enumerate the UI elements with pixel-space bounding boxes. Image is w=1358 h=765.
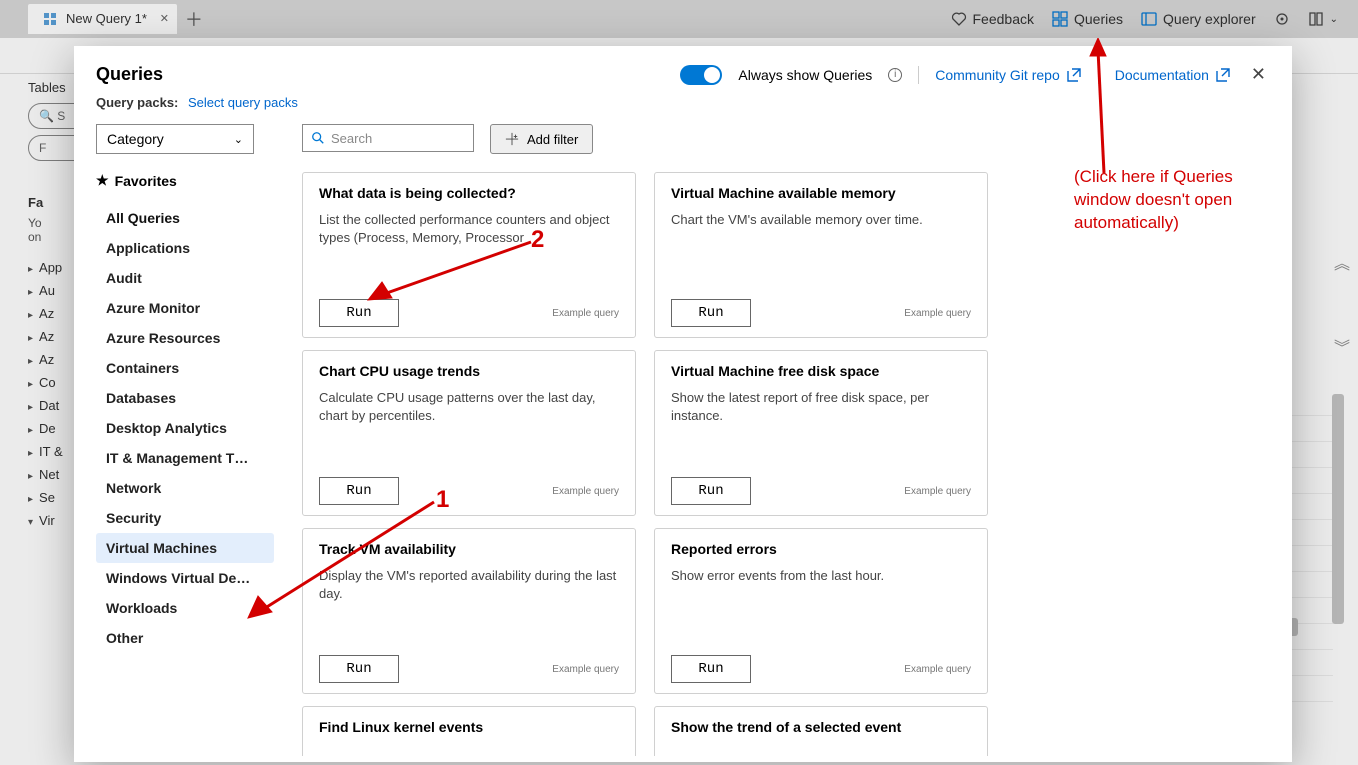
query-card-footer: Run Example query [671,655,971,683]
category-workloads[interactable]: Workloads [96,593,274,623]
category-containers[interactable]: Containers [96,353,274,383]
category-list: All QueriesApplicationsAuditAzure Monito… [96,203,274,653]
select-query-packs-link[interactable]: Select query packs [188,95,298,110]
run-button[interactable]: Run [671,477,751,505]
category-all-queries[interactable]: All Queries [96,203,274,233]
category-audit[interactable]: Audit [96,263,274,293]
query-card-desc: Show the latest report of free disk spac… [671,389,971,424]
category-windows-virtual-de[interactable]: Windows Virtual De… [96,563,274,593]
example-query-label: Example query [552,308,619,319]
query-cards-grid: What data is being collected? List the co… [302,172,1270,756]
always-show-label: Always show Queries [738,67,872,83]
query-card-desc: List the collected performance counters … [319,211,619,246]
query-card: Chart CPU usage trends Calculate CPU usag… [302,350,636,516]
query-card-footer: Run Example query [319,477,619,505]
category-desktop-analytics[interactable]: Desktop Analytics [96,413,274,443]
query-card-footer: Run Example query [319,655,619,683]
separator [918,66,919,84]
category-network[interactable]: Network [96,473,274,503]
category-it-management-t[interactable]: IT & Management T… [96,443,274,473]
always-show-toggle[interactable] [680,65,722,85]
external-link-icon [1066,67,1082,83]
run-button[interactable]: Run [319,477,399,505]
community-repo-link[interactable]: Community Git repo [935,67,1081,83]
modal-overlay: Queries Always show Queries i Community … [0,0,1358,765]
query-card-desc: Chart the VM's available memory over tim… [671,211,971,229]
search-placeholder: Search [331,131,372,146]
example-query-label: Example query [552,664,619,675]
query-card-footer: Run Example query [319,299,619,327]
query-card-title: Find Linux kernel events [319,719,619,735]
query-card-title: Virtual Machine available memory [671,185,971,201]
modal-left-pane: Category ⌄ ★ Favorites All QueriesApplic… [96,124,274,756]
modal-title: Queries [96,64,163,85]
filter-plus-icon [505,132,519,146]
query-card: Track VM availability Display the VM's re… [302,528,636,694]
query-card-desc: Calculate CPU usage patterns over the la… [319,389,619,424]
query-card-desc: Display the VM's reported availability d… [319,567,619,602]
close-modal-button[interactable]: ✕ [1247,64,1270,85]
separator [1098,66,1099,84]
run-button[interactable]: Run [319,299,399,327]
query-packs-label: Query packs: [96,95,178,110]
query-card: Virtual Machine free disk space Show the … [654,350,988,516]
category-other[interactable]: Other [96,623,274,653]
query-card: Reported errors Show error events from th… [654,528,988,694]
query-card: Show the trend of a selected event [654,706,988,756]
example-query-label: Example query [904,486,971,497]
run-button[interactable]: Run [671,299,751,327]
query-card-title: Track VM availability [319,541,619,557]
query-card: Find Linux kernel events [302,706,636,756]
example-query-label: Example query [552,486,619,497]
query-card-footer: Run Example query [671,299,971,327]
category-security[interactable]: Security [96,503,274,533]
query-card-title: What data is being collected? [319,185,619,201]
example-query-label: Example query [904,664,971,675]
favorites-heading[interactable]: ★ Favorites [96,170,274,203]
run-button[interactable]: Run [671,655,751,683]
category-applications[interactable]: Applications [96,233,274,263]
queries-modal: Queries Always show Queries i Community … [74,46,1292,762]
example-query-label: Example query [904,308,971,319]
query-search-input[interactable]: Search [302,124,474,152]
query-packs-row: Query packs: Select query packs [74,89,1292,124]
query-card-title: Virtual Machine free disk space [671,363,971,379]
query-card-title: Show the trend of a selected event [671,719,971,735]
category-azure-resources[interactable]: Azure Resources [96,323,274,353]
external-link-icon [1215,67,1231,83]
category-select[interactable]: Category ⌄ [96,124,254,154]
category-databases[interactable]: Databases [96,383,274,413]
add-filter-button[interactable]: Add filter [490,124,593,154]
category-select-label: Category [107,131,164,147]
chevron-down-icon: ⌄ [234,133,243,146]
documentation-link[interactable]: Documentation [1115,67,1231,83]
star-icon: ★ [96,172,109,189]
category-azure-monitor[interactable]: Azure Monitor [96,293,274,323]
modal-main-pane: Search Add filter What data is being col… [274,124,1270,756]
search-icon [311,131,325,145]
category-virtual-machines[interactable]: Virtual Machines [96,533,274,563]
query-card-desc: Show error events from the last hour. [671,567,971,585]
info-icon[interactable]: i [888,68,902,82]
query-card-title: Reported errors [671,541,971,557]
run-button[interactable]: Run [319,655,399,683]
query-card-footer: Run Example query [671,477,971,505]
query-card: What data is being collected? List the co… [302,172,636,338]
query-card: Virtual Machine available memory Chart th… [654,172,988,338]
query-card-title: Chart CPU usage trends [319,363,619,379]
